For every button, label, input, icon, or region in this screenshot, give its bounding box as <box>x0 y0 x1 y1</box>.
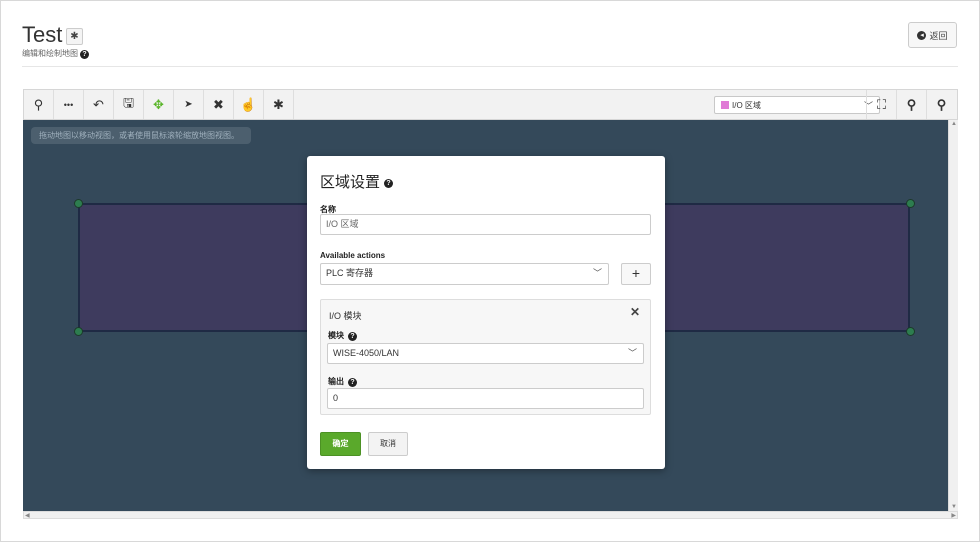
canvas-hint: 拖动地图以移动视图，或者使用鼠标滚轮缩放地图视图。 <box>31 127 251 144</box>
dialog-title: 区域设置? <box>320 171 394 192</box>
horizontal-scrollbar[interactable]: ◀ ▶ <box>23 511 958 519</box>
dialog-title-text: 区域设置 <box>320 174 381 191</box>
actions-select[interactable]: PLC 寄存器 ﹀ <box>320 263 609 285</box>
gear-icon[interactable]: ✱ <box>264 90 294 119</box>
zone-settings-dialog: 区域设置? 名称 I/O 区域 Available actions PLC 寄存… <box>307 156 665 469</box>
page-title: Test <box>22 22 63 47</box>
page-subtitle: 编辑和绘制地图? <box>22 48 89 59</box>
help-icon[interactable]: ? <box>80 50 89 59</box>
add-action-button[interactable]: + <box>621 263 651 285</box>
close-icon[interactable]: ✕ <box>630 305 640 319</box>
back-arrow-icon: ◂ <box>917 30 927 40</box>
help-icon[interactable]: ? <box>348 378 357 387</box>
scroll-left-arrow-icon[interactable]: ◀ <box>25 512 30 519</box>
help-icon[interactable]: ? <box>348 332 357 341</box>
actions-label: Available actions <box>320 251 386 260</box>
pointer-icon[interactable]: ➤ <box>174 90 204 119</box>
zone-handle-bottom-left[interactable] <box>74 327 83 336</box>
output-label: 输出? <box>328 376 357 387</box>
zoom-in-icon[interactable]: ⚲ <box>896 90 926 119</box>
scroll-down-arrow-icon[interactable]: ▼ <box>951 504 957 510</box>
title-gear-icon[interactable]: ✱ <box>66 28 83 45</box>
vertical-scrollbar[interactable]: ▲ ▼ <box>948 120 958 511</box>
confirm-button[interactable]: 确定 <box>320 432 361 456</box>
subtitle-text: 编辑和绘制地图 <box>22 49 78 58</box>
chevron-down-icon: ﹀ <box>592 268 602 278</box>
fit-screen-icon[interactable]: ⛶ <box>866 90 896 119</box>
module-select-value: WISE-4050/LAN <box>333 348 400 358</box>
more-icon[interactable]: ••• <box>54 90 84 119</box>
map-toolbar: ⚲ ••• ↶ 🖫 ✥ ➤ ✖ ☝ ✱ I/O 区域 ﹀ ⛶ ⚲ ⚲ <box>23 89 958 120</box>
io-module-panel: I/O 模块 ✕ 模块? WISE-4050/LAN ﹀ 输出? 0 <box>320 299 651 415</box>
module-select[interactable]: WISE-4050/LAN ﹀ <box>327 343 644 364</box>
zone-handle-top-left[interactable] <box>74 199 83 208</box>
output-label-text: 输出 <box>328 377 344 386</box>
cancel-button[interactable]: 取消 <box>368 432 408 456</box>
header-divider <box>22 66 958 67</box>
back-button-label: 返回 <box>929 30 948 41</box>
layer-color-swatch <box>721 101 729 109</box>
undo-icon[interactable]: ↶ <box>84 90 114 119</box>
scroll-up-arrow-icon[interactable]: ▲ <box>951 121 957 127</box>
layer-select-value: I/O 区域 <box>732 100 761 110</box>
search-icon[interactable]: ⚲ <box>24 90 54 119</box>
help-icon[interactable]: ? <box>384 178 394 188</box>
select-add-icon[interactable]: ☝ <box>234 90 264 119</box>
scroll-right-arrow-icon[interactable]: ▶ <box>951 512 956 519</box>
save-icon[interactable]: 🖫 <box>114 90 144 119</box>
panel-title: I/O 模块 <box>329 311 362 321</box>
chevron-down-icon: ﹀ <box>627 348 637 358</box>
delete-icon[interactable]: ✖ <box>204 90 234 119</box>
zone-handle-bottom-right[interactable] <box>906 327 915 336</box>
output-input[interactable]: 0 <box>327 388 644 409</box>
module-label: 模块? <box>328 330 357 341</box>
zoom-out-icon[interactable]: ⚲ <box>926 90 956 119</box>
layer-select[interactable]: I/O 区域 ﹀ <box>714 96 880 114</box>
actions-select-value: PLC 寄存器 <box>326 268 374 278</box>
back-button[interactable]: ◂ 返回 <box>908 22 957 48</box>
module-label-text: 模块 <box>328 331 344 340</box>
name-input[interactable]: I/O 区域 <box>320 214 651 235</box>
move-icon[interactable]: ✥ <box>144 90 174 119</box>
zone-handle-top-right[interactable] <box>906 199 915 208</box>
